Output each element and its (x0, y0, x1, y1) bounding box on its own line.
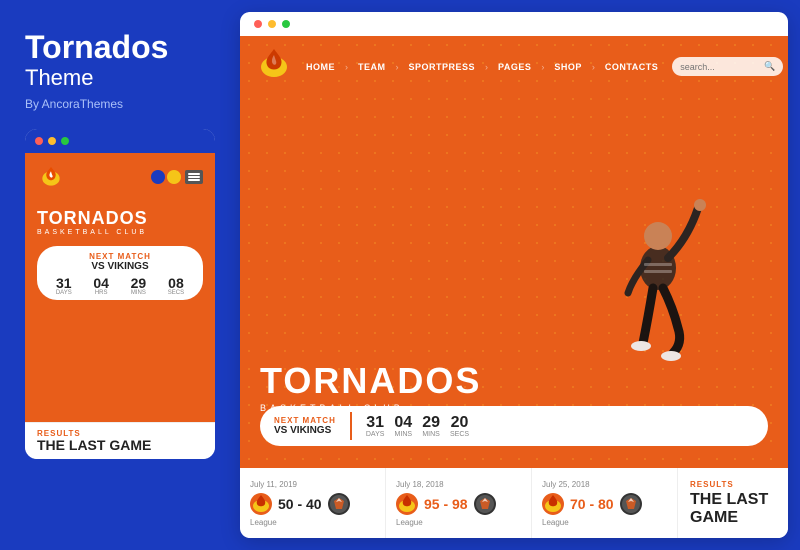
mobile-hero: TORNADOS BASKETBALL CLUB NEXT MATCH VS V… (25, 153, 215, 422)
desktop-logo (256, 46, 292, 87)
result-card-3: July 25, 2018 70 - 80 Leagu (532, 468, 678, 538)
brand-title: Tornados (25, 30, 215, 65)
dot-yellow (48, 137, 56, 145)
mobile-count-secs: 08 Secs (168, 276, 184, 296)
mobile-titlebar (25, 129, 215, 153)
mobile-match-vs: VS VIKINGS (47, 261, 193, 272)
mobile-dot-blue (151, 170, 165, 184)
mobile-match-label: NEXT MATCH (47, 252, 193, 261)
search-icon: 🔍 (764, 61, 775, 72)
desktop-titlebar (240, 12, 788, 36)
desktop-dot-green (282, 20, 290, 28)
nm-countdown: 31 Days 04 Mins 29 Mins 20 Secs (366, 415, 469, 438)
result-last: RESULTS THE LAST GAME (678, 468, 788, 538)
dot-red (35, 137, 43, 145)
team-logo-tornados-1 (250, 493, 272, 515)
desktop-dot-yellow (268, 20, 276, 28)
result-score-3: 70 - 80 (570, 496, 614, 512)
mobile-mockup: TORNADOS BASKETBALL CLUB NEXT MATCH VS V… (25, 129, 215, 459)
nm-days: 31 Days (366, 415, 385, 438)
mobile-nav-row (37, 163, 203, 191)
team-logo-tornados-2 (396, 493, 418, 515)
results-strip: July 11, 2019 50 - 40 (240, 468, 788, 538)
mobile-color-dots (151, 170, 181, 184)
nav-contacts[interactable]: CONTACTS (605, 62, 658, 72)
nm-mins: 04 Mins (394, 415, 412, 438)
brand-by: By AncoraThemes (25, 97, 215, 111)
next-match-bar: NEXT MATCH VS VIKINGS 31 Days 04 Mins 29… (260, 406, 768, 446)
nm-secs: 20 Secs (450, 415, 469, 438)
nav-team[interactable]: TEAM (358, 62, 386, 72)
mobile-last-game: THE LAST GAME (37, 438, 203, 453)
result-card-1: July 11, 2019 50 - 40 (240, 468, 386, 538)
result-type-3: League (542, 518, 667, 527)
desktop-dot-red (254, 20, 262, 28)
nav-pages[interactable]: PAGES (498, 62, 531, 72)
nav-sportpress[interactable]: SPORTPRESS (409, 62, 476, 72)
desktop-nav: HOME › TEAM › SPORTPRESS › PAGES › SHOP … (240, 36, 788, 97)
result-teams-2: 95 - 98 (396, 493, 521, 515)
hamburger-icon[interactable] (185, 170, 203, 184)
team-logo-vikings-2 (474, 493, 496, 515)
right-panel: HOME › TEAM › SPORTPRESS › PAGES › SHOP … (240, 12, 788, 538)
result-date-3: July 25, 2018 (542, 480, 667, 489)
nm-label: NEXT MATCH VS VIKINGS (274, 416, 336, 436)
team-logo-vikings-3 (620, 493, 642, 515)
mobile-dot-yellow (167, 170, 181, 184)
nm-divider (350, 412, 352, 440)
team-logo-vikings-1 (328, 493, 350, 515)
mobile-count-mins: 29 Mins (131, 276, 147, 296)
nav-search[interactable]: 🔍 (672, 57, 783, 76)
mobile-nav-icons (151, 170, 203, 184)
mobile-count-days: 31 Days (56, 276, 72, 296)
nm-vs-text: VS VIKINGS (274, 425, 336, 436)
result-last-title: THE LAST GAME (690, 491, 776, 526)
hero-title: TORNADOS (260, 363, 481, 399)
brand-subtitle: Theme (25, 65, 215, 91)
desktop-hero: HOME › TEAM › SPORTPRESS › PAGES › SHOP … (240, 36, 788, 468)
nm-mins2: 29 Mins (422, 415, 440, 438)
search-input[interactable] (680, 62, 760, 72)
nav-shop[interactable]: SHOP (554, 62, 582, 72)
result-date-1: July 11, 2019 (250, 480, 375, 489)
mobile-hero-title: TORNADOS (37, 209, 203, 227)
result-type-1: League (250, 518, 375, 527)
mobile-logo (37, 163, 65, 191)
result-card-2: July 18, 2018 95 - 98 Leagu (386, 468, 532, 538)
dot-green (61, 137, 69, 145)
mobile-results-section: RESULTS THE LAST GAME (25, 422, 215, 459)
mobile-countdown: 31 Days 04 Hrs 29 Mins 08 Secs (47, 276, 193, 296)
mobile-count-hrs: 04 Hrs (93, 276, 109, 296)
mobile-match-card: NEXT MATCH VS VIKINGS 31 Days 04 Hrs 29 … (37, 246, 203, 300)
nav-home[interactable]: HOME (306, 62, 335, 72)
result-score-1: 50 - 40 (278, 496, 322, 512)
nav-links: HOME › TEAM › SPORTPRESS › PAGES › SHOP … (306, 62, 658, 72)
player-silhouette (588, 188, 728, 413)
result-date-2: July 18, 2018 (396, 480, 521, 489)
left-panel: Tornados Theme By AncoraThemes (0, 0, 240, 550)
result-last-label: RESULTS (690, 480, 776, 489)
result-score-2: 95 - 98 (424, 496, 468, 512)
nm-next-text: NEXT MATCH (274, 416, 336, 425)
result-type-2: League (396, 518, 521, 527)
result-teams-1: 50 - 40 (250, 493, 375, 515)
team-logo-tornados-3 (542, 493, 564, 515)
result-teams-3: 70 - 80 (542, 493, 667, 515)
mobile-hero-sub: BASKETBALL CLUB (37, 229, 203, 236)
